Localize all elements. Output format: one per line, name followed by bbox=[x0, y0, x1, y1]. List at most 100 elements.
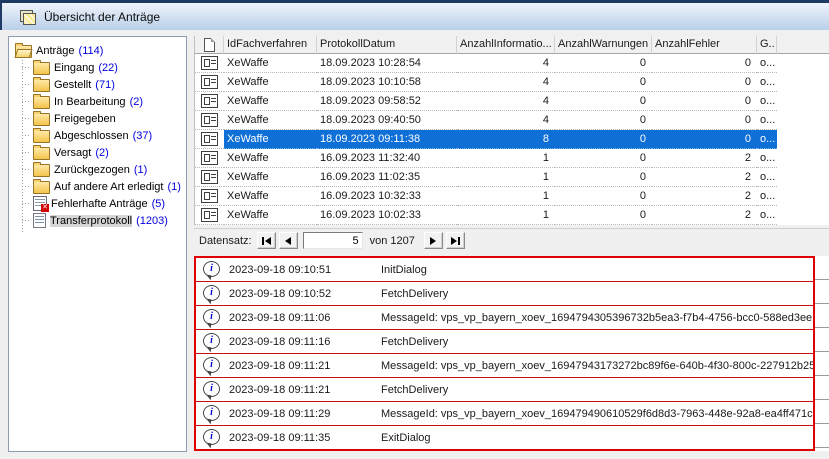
log-message: MessageId: vps_vp_bayern_xoev_1694794906… bbox=[381, 408, 813, 420]
column-header-anzahlfehler[interactable]: AnzahlFehler bbox=[652, 36, 757, 54]
record-selector-cell[interactable] bbox=[195, 168, 224, 187]
cell-g: o... bbox=[757, 73, 777, 92]
cell-anzahlwarnungen: 0 bbox=[555, 73, 652, 92]
current-record-input[interactable] bbox=[303, 232, 363, 249]
info-balloon-icon: i bbox=[203, 381, 220, 397]
tree-item-versagt[interactable]: Versagt (2) bbox=[9, 144, 186, 161]
record-selector-cell[interactable] bbox=[195, 92, 224, 111]
tree-item-label: Transferprotokoll bbox=[50, 215, 132, 227]
info-balloon-icon: i bbox=[203, 309, 220, 325]
tree-item-fehlerhafte-antraege[interactable]: ✕ Fehlerhafte Anträge (5) bbox=[9, 195, 186, 212]
cell-protokolldatum: 18.09.2023 10:10:58 bbox=[317, 73, 457, 92]
tree-item-abgeschlossen[interactable]: Abgeschlossen (37) bbox=[9, 127, 186, 144]
next-record-button[interactable] bbox=[424, 232, 443, 249]
folder-icon bbox=[33, 130, 50, 143]
window-titlebar: Übersicht der Anträge bbox=[0, 0, 829, 30]
record-icon bbox=[201, 56, 218, 70]
tree-item-in-bearbeitung[interactable]: In Bearbeitung (2) bbox=[9, 93, 186, 110]
new-record-icon bbox=[204, 38, 215, 52]
record-navigator-label: Datensatz: bbox=[199, 235, 252, 247]
log-row[interactable]: i 2023-09-18 09:11:16 FetchDelivery bbox=[196, 330, 813, 354]
log-row[interactable]: i 2023-09-18 09:11:21 MessageId: vps_vp_… bbox=[196, 354, 813, 378]
log-row[interactable]: i 2023-09-18 09:11:35 ExitDialog bbox=[196, 426, 813, 449]
folder-icon bbox=[33, 113, 50, 126]
log-row[interactable]: i 2023-09-18 09:11:21 FetchDelivery bbox=[196, 378, 813, 402]
log-message: InitDialog bbox=[381, 264, 813, 276]
folder-icon bbox=[33, 181, 50, 194]
record-icon bbox=[201, 113, 218, 127]
record-selector-cell[interactable] bbox=[195, 187, 224, 206]
column-header-protokolldatum[interactable]: ProtokollDatum bbox=[317, 36, 457, 54]
tree-item-label: Versagt bbox=[54, 147, 91, 159]
record-selector-cell[interactable] bbox=[195, 73, 224, 92]
cell-anzahlinformationen: 8 bbox=[457, 130, 555, 149]
tree-item-count: (1) bbox=[167, 181, 180, 193]
cell-anzahlinformationen: 4 bbox=[457, 111, 555, 130]
previous-record-button[interactable] bbox=[279, 232, 298, 249]
cell-anzahlfehler: 0 bbox=[652, 111, 757, 130]
record-selector-cell[interactable] bbox=[195, 111, 224, 130]
record-icon bbox=[201, 170, 218, 184]
table-row[interactable]: XeWaffe 16.09.2023 10:02:33 1 0 2 o... bbox=[195, 206, 829, 225]
cell-idfachverfahren: XeWaffe bbox=[224, 92, 317, 111]
record-navigator: Datensatz: von 1207 bbox=[194, 228, 829, 252]
table-row[interactable]: XeWaffe 18.09.2023 10:10:58 4 0 0 o... bbox=[195, 73, 829, 92]
log-timestamp: 2023-09-18 09:11:21 bbox=[229, 360, 381, 372]
folder-icon bbox=[33, 164, 50, 177]
tree-item-label: Gestellt bbox=[54, 79, 91, 91]
table-row[interactable]: XeWaffe 16.09.2023 11:32:40 1 0 2 o... bbox=[195, 149, 829, 168]
cell-protokolldatum: 16.09.2023 11:02:35 bbox=[317, 168, 457, 187]
column-header-idfachverfahren[interactable]: IdFachverfahren bbox=[224, 36, 317, 54]
table-row[interactable]: XeWaffe 18.09.2023 09:40:50 4 0 0 o... bbox=[195, 111, 829, 130]
log-row[interactable]: i 2023-09-18 09:11:29 MessageId: vps_vp_… bbox=[196, 402, 813, 426]
column-header-g[interactable]: G.. bbox=[757, 36, 777, 54]
table-row[interactable]: XeWaffe 16.09.2023 11:02:35 1 0 2 o... bbox=[195, 168, 829, 187]
column-header-anzahlinformationen[interactable]: AnzahlInformatio... bbox=[457, 36, 555, 54]
cell-g: o... bbox=[757, 130, 777, 149]
record-selector-cell[interactable] bbox=[195, 130, 224, 149]
record-selector-cell[interactable] bbox=[195, 206, 224, 225]
tree-item-count: (2) bbox=[130, 96, 143, 108]
log-message: MessageId: vps_vp_bayern_xoev_1694794305… bbox=[381, 312, 813, 324]
cell-filler bbox=[777, 206, 829, 225]
tree-item-gestellt[interactable]: Gestellt (71) bbox=[9, 76, 186, 93]
tree-item-zurueckgezogen[interactable]: Zurückgezogen (1) bbox=[9, 161, 186, 178]
cell-idfachverfahren: XeWaffe bbox=[224, 54, 317, 73]
table-row[interactable]: XeWaffe 18.09.2023 09:58:52 4 0 0 o... bbox=[195, 92, 829, 111]
info-balloon-icon: i bbox=[203, 357, 220, 373]
info-balloon-icon: i bbox=[203, 405, 220, 421]
first-record-button[interactable] bbox=[257, 232, 276, 249]
cell-anzahlwarnungen: 0 bbox=[555, 206, 652, 225]
log-row-separator-strip bbox=[815, 256, 829, 451]
record-selector-cell[interactable] bbox=[195, 149, 224, 168]
cell-anzahlinformationen: 1 bbox=[457, 206, 555, 225]
record-icon bbox=[201, 75, 218, 89]
tree-item-antraege[interactable]: Anträge (114) bbox=[9, 42, 186, 59]
table-row[interactable]: XeWaffe 18.09.2023 10:28:54 4 0 0 o... bbox=[195, 54, 829, 73]
folder-icon bbox=[33, 147, 50, 160]
table-row[interactable]: XeWaffe 16.09.2023 10:32:33 1 0 2 o... bbox=[195, 187, 829, 206]
cell-idfachverfahren: XeWaffe bbox=[224, 111, 317, 130]
log-row[interactable]: i 2023-09-18 09:10:51 InitDialog bbox=[196, 258, 813, 282]
tree-item-auf-andere-art-erledigt[interactable]: Auf andere Art erledigt (1) bbox=[9, 178, 186, 195]
record-selector-cell[interactable] bbox=[195, 54, 224, 73]
cell-idfachverfahren: XeWaffe bbox=[224, 149, 317, 168]
cell-filler bbox=[777, 168, 829, 187]
cell-anzahlfehler: 2 bbox=[652, 206, 757, 225]
tree-item-eingang[interactable]: Eingang (22) bbox=[9, 59, 186, 76]
tree-item-count: (71) bbox=[95, 79, 115, 91]
tree-item-transferprotokoll[interactable]: Transferprotokoll (1203) bbox=[9, 212, 186, 229]
tree-item-count: (5) bbox=[152, 198, 165, 210]
tree-item-freigegeben[interactable]: Freigegeben bbox=[9, 110, 186, 127]
record-selector-header[interactable] bbox=[195, 36, 224, 54]
log-row[interactable]: i 2023-09-18 09:10:52 FetchDelivery bbox=[196, 282, 813, 306]
window-title: Übersicht der Anträge bbox=[44, 10, 160, 24]
cell-anzahlfehler: 2 bbox=[652, 149, 757, 168]
tree-item-label: Eingang bbox=[54, 62, 94, 74]
log-timestamp: 2023-09-18 09:11:16 bbox=[229, 336, 381, 348]
folder-open-icon bbox=[15, 45, 32, 58]
log-row[interactable]: i 2023-09-18 09:11:06 MessageId: vps_vp_… bbox=[196, 306, 813, 330]
last-record-button[interactable] bbox=[446, 232, 465, 249]
column-header-anzahlwarnungen[interactable]: AnzahlWarnungen bbox=[555, 36, 652, 54]
table-row-selected[interactable]: XeWaffe 18.09.2023 09:11:38 8 0 0 o... bbox=[195, 130, 829, 149]
